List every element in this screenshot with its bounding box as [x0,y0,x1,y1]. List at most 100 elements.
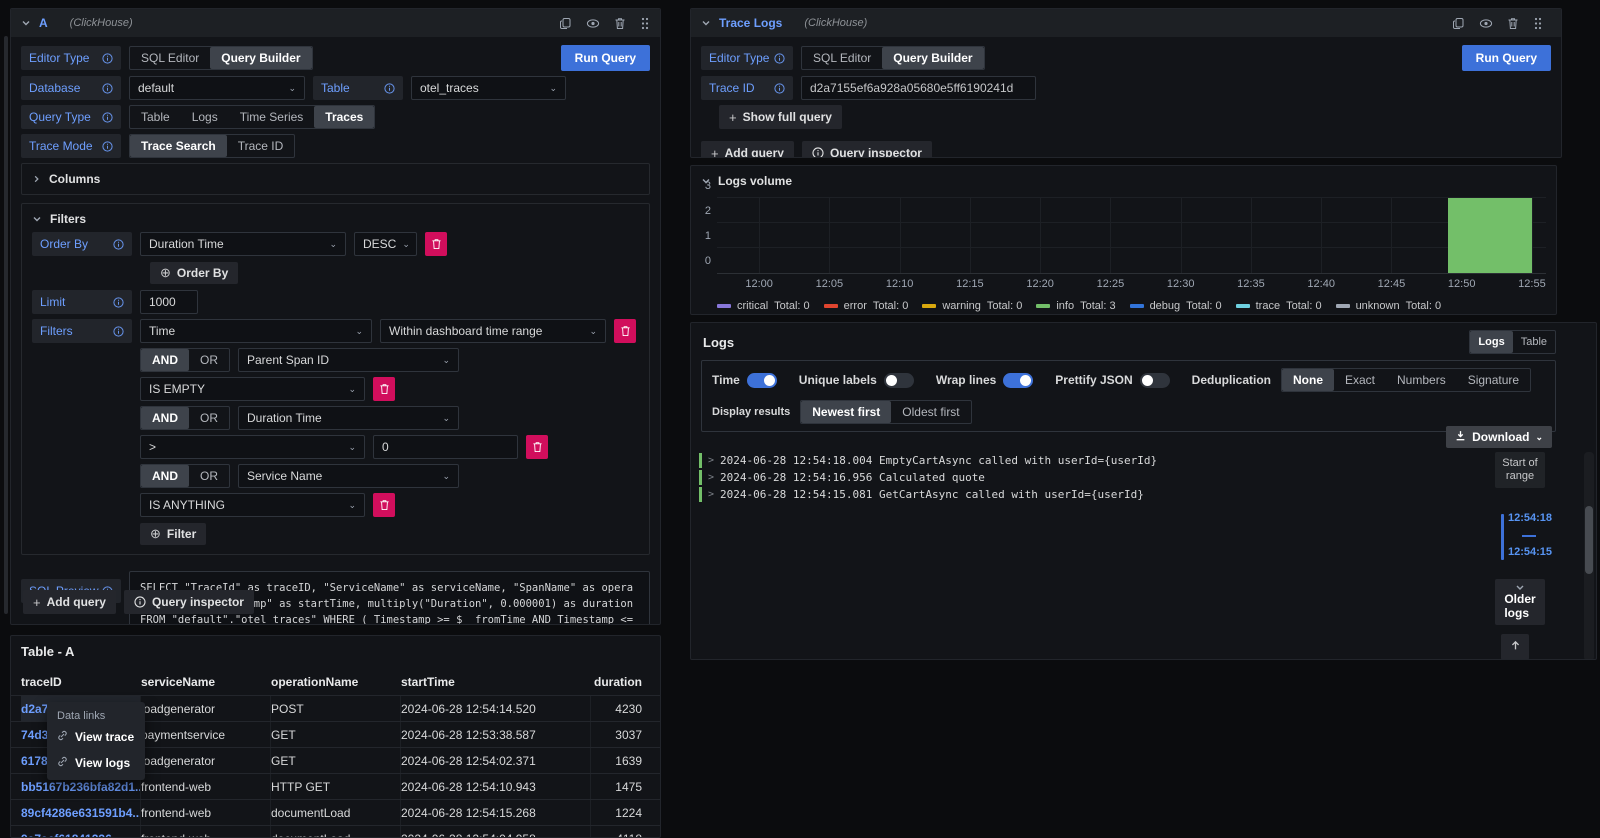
view-trace-link[interactable]: View trace [57,730,135,744]
option-signature[interactable]: Signature [1457,369,1530,391]
option-or[interactable]: OR [189,465,229,487]
condition-field-select[interactable]: Duration Time⌄ [238,406,459,430]
legend-item-warning[interactable]: warningTotal: 0 [922,300,1022,312]
add-order-by-button[interactable]: ⊕Order By [150,262,238,284]
trace-id-link[interactable]: 89cf4286e631591b4... [21,800,141,825]
option-and[interactable]: AND [141,349,189,371]
condition-operator-select[interactable]: IS EMPTY⌄ [140,377,365,401]
drag-handle-icon[interactable] [1533,17,1543,30]
trace-id-link[interactable]: 9a7acf61841236... [21,826,141,838]
option-logs[interactable]: Logs [1470,331,1512,353]
gridline [759,198,760,273]
option-or[interactable]: OR [189,349,229,371]
legend-item-debug[interactable]: debugTotal: 0 [1130,300,1222,312]
option-sql-editor[interactable]: SQL Editor [130,47,210,69]
legend-item-error[interactable]: errorTotal: 0 [824,300,909,312]
condition-field-select[interactable]: Service Name⌄ [238,464,459,488]
remove-condition-button[interactable] [373,493,395,517]
option-or[interactable]: OR [189,407,229,429]
remove-filter-button[interactable] [614,319,636,343]
add-query-button[interactable]: +Add query [701,141,794,158]
collapse-icon[interactable] [21,18,31,28]
logs-volume-header[interactable]: Logs volume [691,166,1556,190]
editor-scrollbar[interactable] [4,36,8,614]
remove-condition-button[interactable] [373,377,395,401]
log-row[interactable]: >2024-06-28 12:54:15.081 GetCartAsync ca… [699,486,1476,503]
column-header-duration[interactable]: duration [591,669,650,695]
duplicate-icon[interactable] [1452,17,1465,30]
option-and[interactable]: AND [141,465,189,487]
log-row[interactable]: >2024-06-28 12:54:18.004 EmptyCartAsync … [699,452,1476,469]
unique-labels-toggle[interactable] [884,373,914,388]
order-by-field-select[interactable]: Duration Time⌄ [140,232,346,256]
columns-section[interactable]: Columns [21,163,650,195]
time-toggle[interactable] [747,373,777,388]
trash-icon[interactable] [1507,17,1519,30]
older-logs-button[interactable]: Olderlogs [1495,579,1545,625]
column-header-startTime[interactable]: startTime [401,669,591,695]
time-filter-operator-select[interactable]: Within dashboard time range⌄ [380,319,606,343]
option-trace-search[interactable]: Trace Search [130,135,227,157]
remove-condition-button[interactable] [526,435,548,459]
duplicate-icon[interactable] [559,17,572,30]
option-table[interactable]: Table [1513,331,1555,353]
order-by-direction-select[interactable]: DESC⌄ [354,232,417,256]
option-table[interactable]: Table [130,106,181,128]
trash-icon[interactable] [614,17,626,30]
log-expand-icon[interactable]: > [708,489,714,500]
option-trace-id[interactable]: Trace ID [227,135,295,157]
remove-order-by-button[interactable] [425,232,447,256]
database-select[interactable]: default⌄ [129,76,305,100]
column-header-serviceName[interactable]: serviceName [141,669,271,695]
eye-icon[interactable] [1479,18,1493,29]
legend-item-unknown[interactable]: unknownTotal: 0 [1336,300,1442,312]
query-inspector-button[interactable]: Query inspector [802,141,932,158]
option-and[interactable]: AND [141,407,189,429]
option-numbers[interactable]: Numbers [1386,369,1457,391]
drag-handle-icon[interactable] [640,17,650,30]
option-time-series[interactable]: Time Series [229,106,315,128]
condition-operator-select[interactable]: IS ANYTHING⌄ [140,493,365,517]
limit-input[interactable]: 1000 [140,290,198,314]
condition-value-input[interactable]: 0 [373,435,518,459]
view-logs-link[interactable]: View logs [57,756,135,770]
run-query-button[interactable]: Run Query [1462,45,1551,71]
scroll-to-top-button[interactable] [1501,634,1529,660]
option-exact[interactable]: Exact [1334,369,1386,391]
option-query-builder[interactable]: Query Builder [882,47,983,69]
chevron-down-icon: ⌄ [1535,432,1543,443]
legend-item-info[interactable]: infoTotal: 3 [1036,300,1115,312]
eye-icon[interactable] [586,18,600,29]
legend-swatch [1036,304,1050,308]
run-query-button[interactable]: Run Query [561,45,650,71]
collapse-icon[interactable] [701,18,711,28]
prettify-json-toggle[interactable] [1140,373,1170,388]
table-select[interactable]: otel_traces⌄ [411,76,566,100]
add-query-button[interactable]: +Add query [23,590,116,614]
logs-scrollbar[interactable] [1584,452,1594,660]
wrap-lines-toggle[interactable] [1003,373,1033,388]
time-filter-field-select[interactable]: Time⌄ [140,319,372,343]
option-sql-editor[interactable]: SQL Editor [802,47,882,69]
trace-id-input[interactable]: d2a7155ef6a928a05680e5ff6190241d [801,76,1036,100]
log-expand-icon[interactable]: > [708,472,714,483]
condition-field-select[interactable]: Parent Span ID⌄ [238,348,459,372]
logs-scrollbar-thumb[interactable] [1585,506,1593,574]
legend-item-trace[interactable]: traceTotal: 0 [1236,300,1322,312]
legend-item-critical[interactable]: criticalTotal: 0 [717,300,810,312]
log-expand-icon[interactable]: > [708,455,714,466]
column-header-operationName[interactable]: operationName [271,669,401,695]
filters-section-header[interactable]: Filters [32,212,639,226]
log-row[interactable]: >2024-06-28 12:54:16.956 Calculated quot… [699,469,1476,486]
option-logs[interactable]: Logs [181,106,229,128]
query-inspector-button[interactable]: Query inspector [124,590,254,614]
show-full-query-button[interactable]: +Show full query [719,105,842,129]
add-filter-button[interactable]: ⊕Filter [140,523,206,545]
option-none[interactable]: None [1282,369,1334,391]
column-header-traceID[interactable]: traceID [21,669,141,695]
option-query-builder[interactable]: Query Builder [210,47,311,69]
option-traces[interactable]: Traces [314,106,374,128]
download-button[interactable]: Download ⌄ [1446,426,1552,448]
gridline [1040,198,1041,273]
condition-operator-select[interactable]: >⌄ [140,435,365,459]
